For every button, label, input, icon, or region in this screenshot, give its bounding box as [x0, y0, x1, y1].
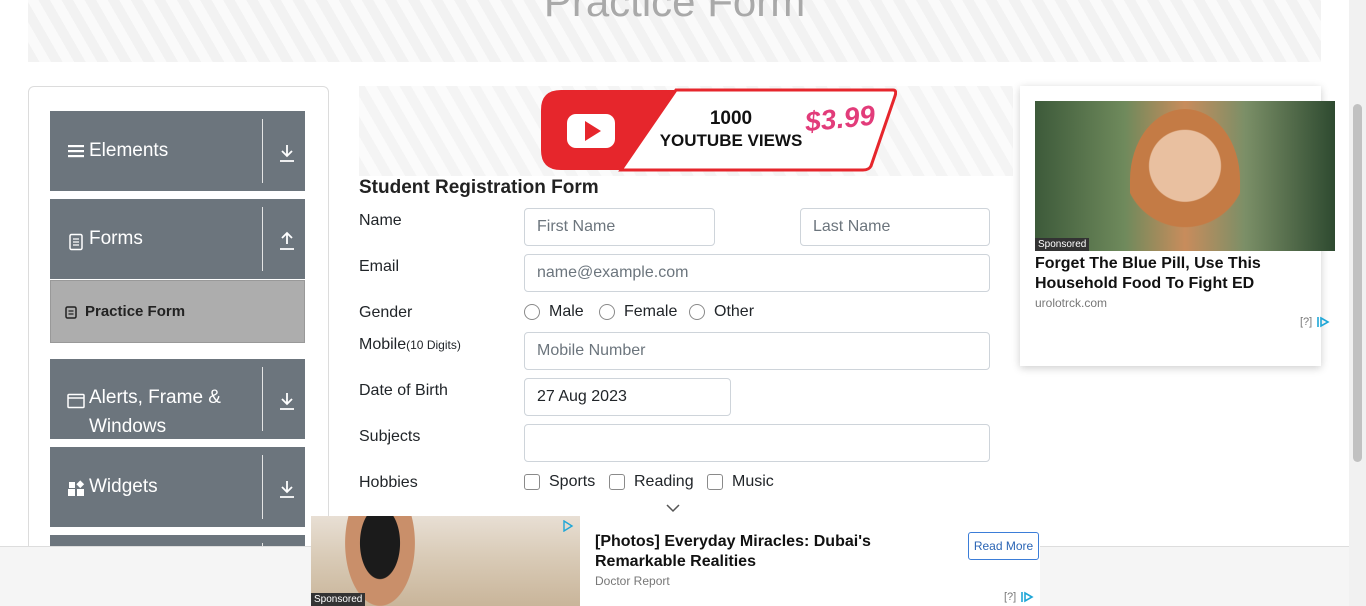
gender-radio-male[interactable]: Male: [524, 303, 584, 321]
chevron-down-icon[interactable]: [278, 143, 296, 163]
subjects-label: Subjects: [359, 428, 421, 445]
checkbox-label: Sports: [549, 473, 596, 490]
ad-help[interactable]: [?]: [1004, 591, 1016, 603]
name-label: Name: [359, 212, 402, 229]
scrollbar-thumb[interactable]: [1353, 104, 1362, 462]
sidebar-group-label: Elements: [89, 140, 169, 161]
radio-circle[interactable]: [599, 304, 615, 320]
adchoices[interactable]: [?]: [1300, 316, 1330, 328]
sidebar-group-forms[interactable]: Forms: [50, 199, 305, 279]
mobile-input[interactable]: [524, 332, 990, 370]
subjects-input[interactable]: [524, 424, 990, 462]
sidebar-item-practice-form[interactable]: Practice Form: [50, 280, 305, 343]
form-title: Student Registration Form: [359, 177, 599, 198]
date-of-birth-input[interactable]: [524, 378, 731, 416]
sidebar-item-label: Practice Form: [85, 303, 186, 320]
bottom-ad[interactable]: Sponsored [Photos] Everyday Miracles: Du…: [311, 516, 1040, 606]
hobby-checkbox-music[interactable]: Music: [707, 473, 774, 491]
checkbox-label: Reading: [634, 473, 694, 490]
form-icon: [65, 306, 77, 319]
page-title: Practice Form: [543, 0, 806, 25]
hobby-checkbox-reading[interactable]: Reading: [609, 473, 694, 491]
adchoices[interactable]: [?]: [1004, 591, 1034, 603]
divider: [262, 119, 263, 183]
gender-label: Gender: [359, 304, 413, 321]
gender-radio-female[interactable]: Female: [599, 303, 677, 321]
ad-help[interactable]: [?]: [1300, 316, 1312, 328]
chevron-down-icon[interactable]: [278, 479, 296, 499]
ad-image[interactable]: Sponsored: [311, 516, 580, 606]
adchoices-icon[interactable]: [1316, 316, 1330, 328]
checkbox-box[interactable]: [707, 474, 723, 490]
radio-circle[interactable]: [689, 304, 705, 320]
checkbox-box[interactable]: [609, 474, 625, 490]
mobile-label: Mobile(10 Digits): [359, 336, 461, 354]
top-ad-banner[interactable]: 1000 YOUTUBE VIEWS $3.99: [359, 86, 1013, 176]
dob-label: Date of Birth: [359, 382, 448, 399]
sidebar-group-label: Forms: [89, 228, 143, 249]
ad-domain[interactable]: urolotrck.com: [1035, 296, 1107, 310]
adchoices-icon[interactable]: [1020, 591, 1034, 603]
sidebar-group-label: Alerts, Frame &: [89, 387, 221, 408]
divider: [262, 207, 263, 271]
radio-label: Male: [549, 303, 584, 320]
chevron-down-icon[interactable]: [666, 503, 680, 513]
chevron-up-icon[interactable]: [278, 231, 296, 251]
email-input[interactable]: [524, 254, 990, 292]
gender-radio-other[interactable]: Other: [689, 303, 754, 321]
adchoices-icon[interactable]: [562, 520, 574, 532]
read-more-button[interactable]: Read More: [968, 532, 1039, 560]
ad-image[interactable]: Sponsored: [1035, 101, 1335, 251]
ad-line2: YOUTUBE VIEWS: [660, 131, 803, 150]
sponsored-badge: Sponsored: [311, 593, 366, 606]
window-icon: [67, 393, 85, 409]
widgets-icon: [68, 480, 85, 496]
radio-label: Other: [714, 303, 755, 320]
divider: [262, 455, 263, 519]
mobile-label-text: Mobile: [359, 336, 407, 353]
sidebar-group-alerts[interactable]: Alerts, Frame & Windows: [50, 359, 305, 439]
ad-image-person: [1130, 109, 1240, 251]
chevron-down-icon[interactable]: [278, 391, 296, 411]
sidebar-group-label: Widgets: [89, 476, 158, 497]
email-label: Email: [359, 258, 400, 275]
checkbox-label: Music: [732, 473, 774, 490]
sponsored-badge: Sponsored: [1035, 238, 1090, 251]
sidebar: Elements Forms Practice Form Alerts, Fra…: [28, 86, 329, 556]
sidebar-group-widgets[interactable]: Widgets: [50, 447, 305, 527]
page-banner: Practice Form: [28, 0, 1321, 62]
ad-domain[interactable]: Doctor Report: [595, 574, 670, 588]
checkbox-box[interactable]: [524, 474, 540, 490]
ad-headline[interactable]: [Photos] Everyday Miracles: Dubai's Rema…: [595, 532, 935, 572]
youtube-views-ad[interactable]: 1000 YOUTUBE VIEWS $3.99: [541, 88, 897, 172]
last-name-input[interactable]: [800, 208, 990, 246]
sidebar-group-elements[interactable]: Elements: [50, 111, 305, 191]
divider: [262, 367, 263, 431]
scrollbar[interactable]: [1349, 0, 1366, 606]
ad-headline[interactable]: Forget The Blue Pill, Use This Household…: [1035, 254, 1325, 294]
radio-circle[interactable]: [524, 304, 540, 320]
radio-label: Female: [624, 303, 678, 320]
sidebar-group-label-line2: Windows: [89, 416, 167, 437]
ad-line1: 1000: [710, 108, 752, 129]
mobile-hint: (10 Digits): [406, 338, 461, 352]
hobbies-label: Hobbies: [359, 474, 418, 491]
hobby-checkbox-sports[interactable]: Sports: [524, 473, 595, 491]
first-name-input[interactable]: [524, 208, 715, 246]
side-ad[interactable]: Sponsored Forget The Blue Pill, Use This…: [1020, 86, 1335, 366]
menu-icon: [68, 145, 84, 158]
document-icon: [69, 233, 83, 251]
